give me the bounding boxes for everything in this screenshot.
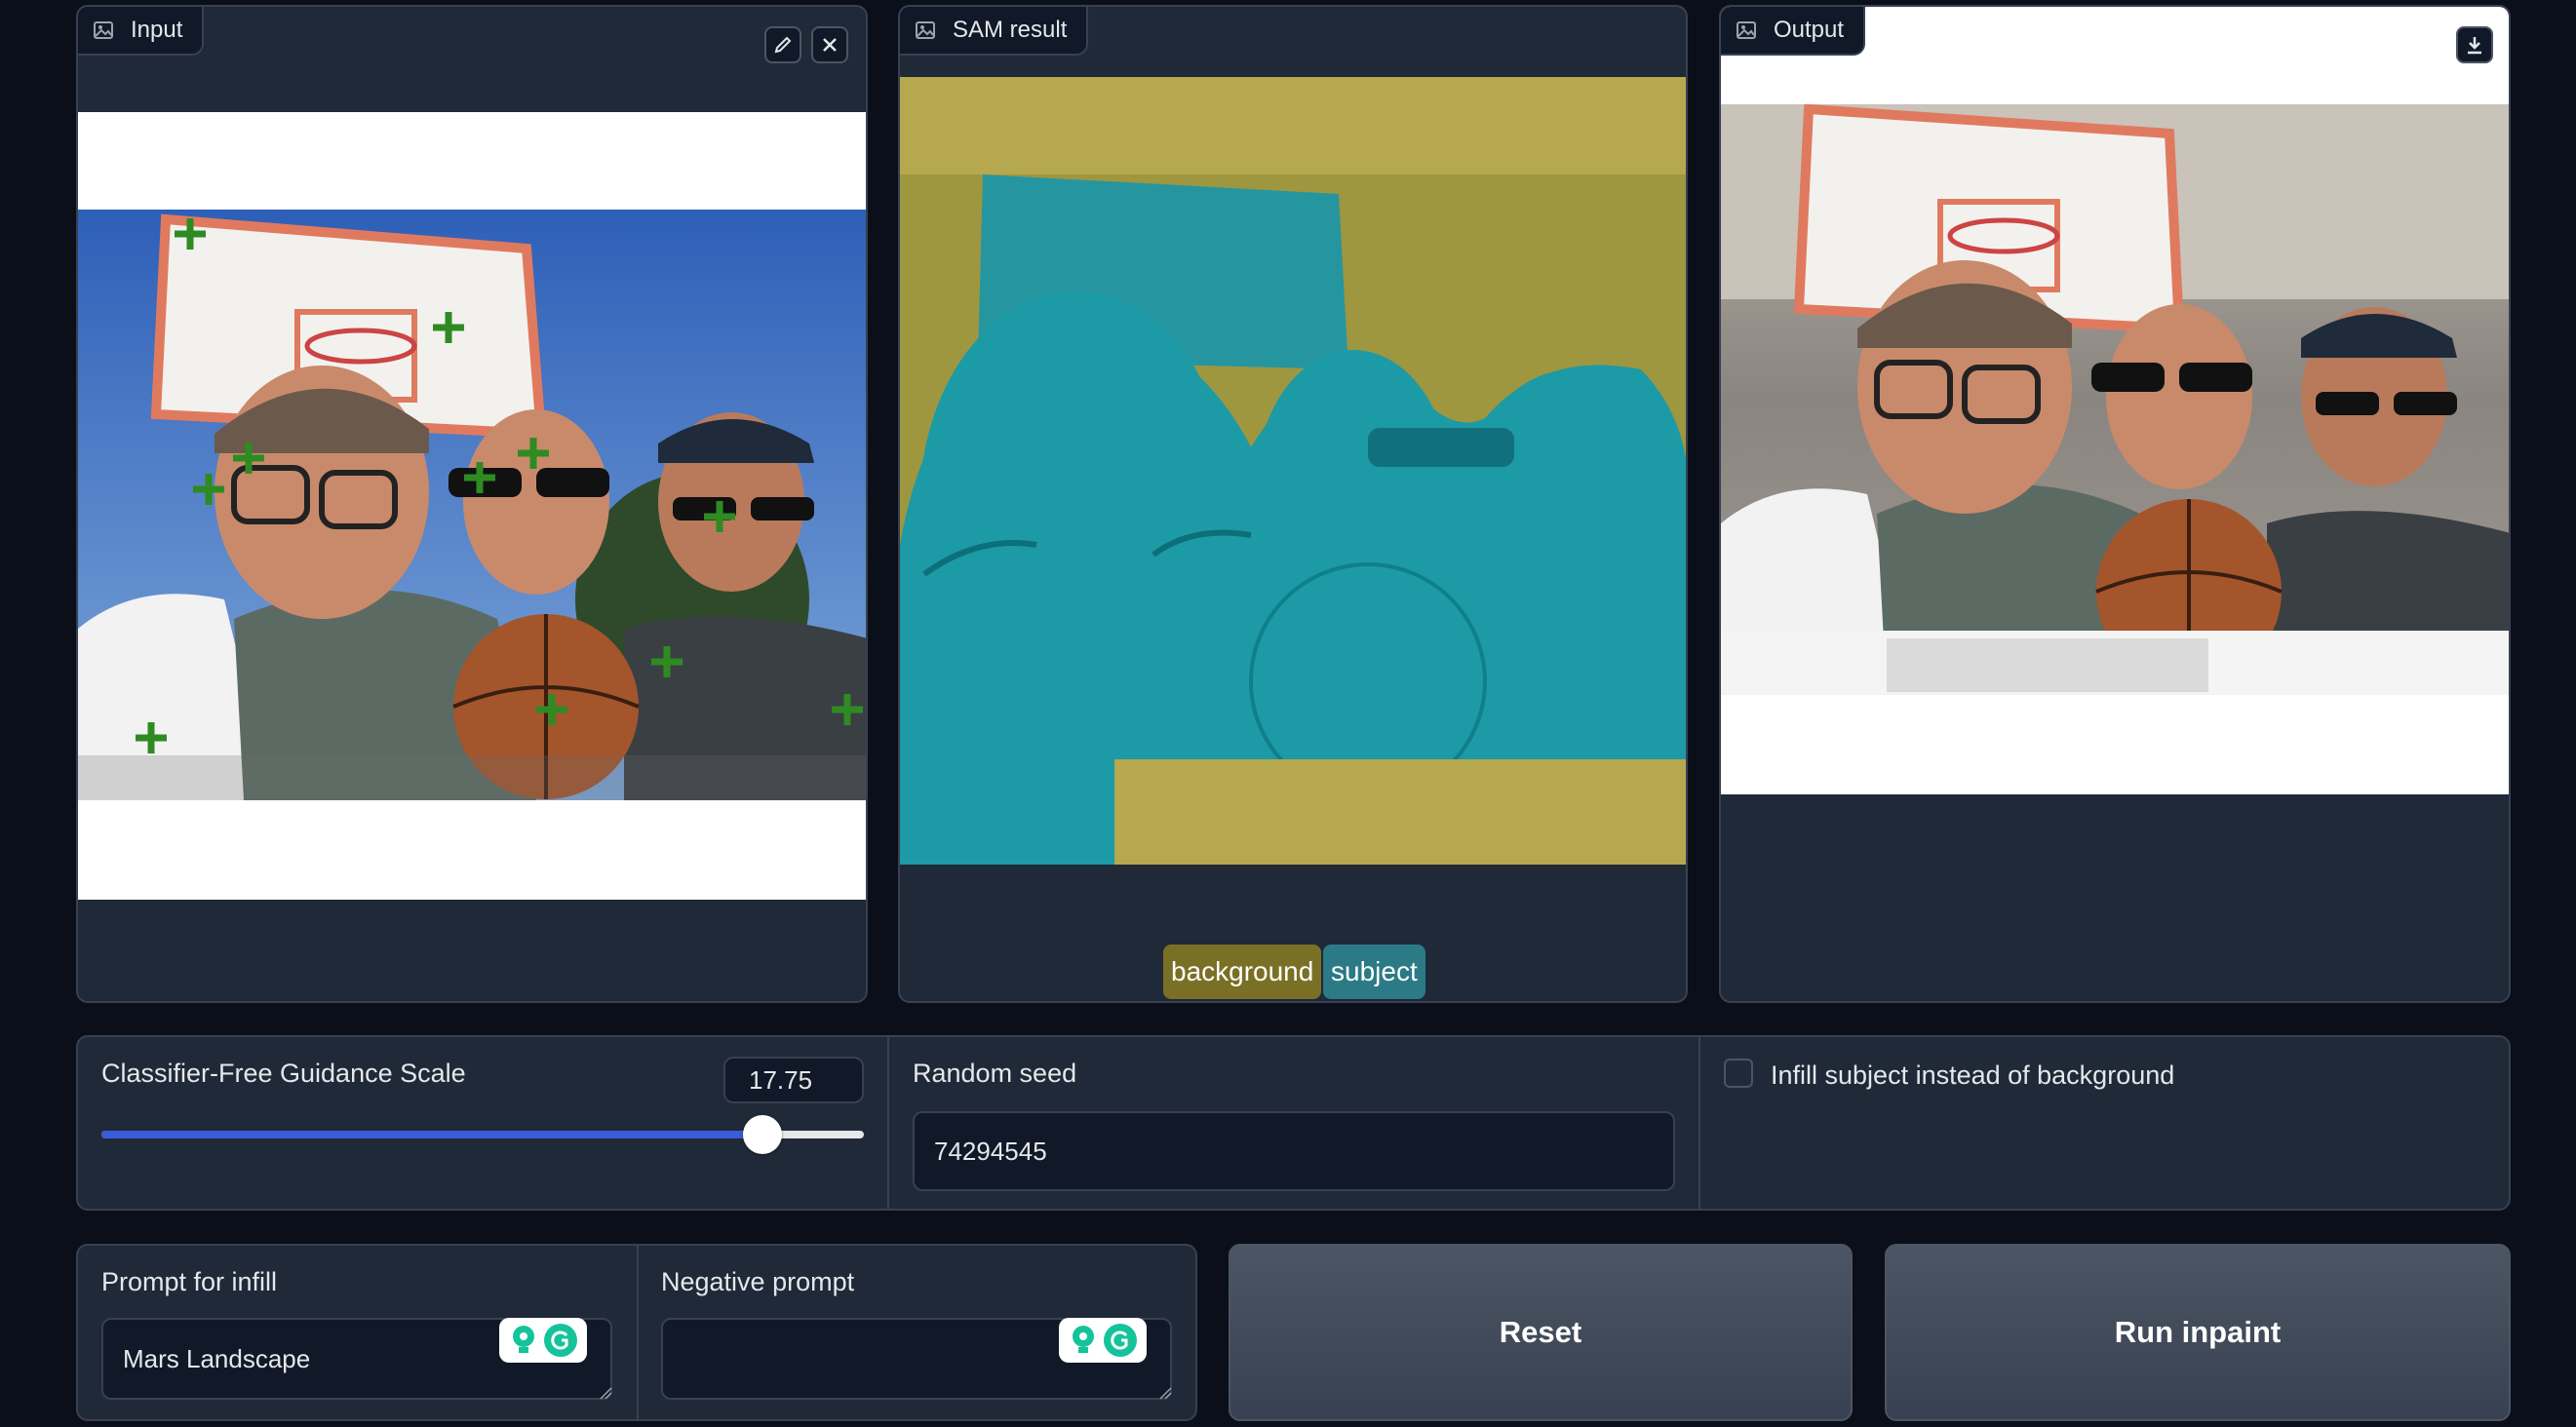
prompt-label: Prompt for infill [101, 1267, 278, 1296]
close-icon [823, 38, 837, 52]
resize-handle-icon[interactable] [1158, 1386, 1172, 1400]
legend-subject: subject [1323, 945, 1425, 999]
legend-background: background [1163, 945, 1322, 999]
settings-row: Classifier-Free Guidance Scale 17.75 Ran… [76, 1035, 2511, 1211]
sam-mask-image [900, 77, 1686, 865]
reset-button[interactable]: Reset [1229, 1244, 1853, 1421]
output-label-text: Output [1774, 17, 1845, 43]
clear-button[interactable] [811, 26, 848, 63]
run-inpaint-button[interactable]: Run inpaint [1885, 1244, 2511, 1421]
cfg-slider-fill [101, 1131, 764, 1138]
grammarly-widget[interactable] [1059, 1318, 1147, 1363]
input-photo[interactable] [78, 210, 868, 800]
input-panel-label: Input [78, 7, 205, 56]
divider [637, 1246, 639, 1419]
sam-panel-label: SAM result [900, 7, 1089, 56]
cfg-number-input[interactable]: 17.75 [723, 1057, 864, 1103]
image-icon [1737, 21, 1756, 39]
cfg-label: Classifier-Free Guidance Scale [101, 1059, 466, 1088]
output-panel: Output [1719, 5, 2511, 1003]
sam-result-panel: SAM result background subject [898, 5, 1688, 1003]
seed-label: Random seed [913, 1059, 1077, 1088]
input-image-panel: Input [76, 5, 868, 1003]
sam-label-text: SAM result [953, 17, 1068, 43]
lightbulb-icon [1073, 1326, 1094, 1353]
infill-subject-label[interactable]: Infill subject instead of background [1771, 1061, 2174, 1091]
divider [1698, 1037, 1700, 1209]
edit-button[interactable] [764, 26, 801, 63]
image-icon [94, 21, 113, 39]
prompts-box: Prompt for infill Mars Landscape Negativ… [76, 1244, 1197, 1421]
grammarly-icon [1104, 1324, 1137, 1357]
download-button[interactable] [2456, 26, 2493, 63]
negative-prompt-label: Negative prompt [661, 1267, 855, 1296]
seed-input[interactable]: 74294545 [913, 1111, 1675, 1191]
image-icon [916, 21, 935, 39]
divider [887, 1037, 889, 1209]
grammarly-widget[interactable] [499, 1318, 587, 1363]
download-icon [2468, 37, 2481, 55]
resize-handle-icon[interactable] [599, 1386, 612, 1400]
infill-subject-checkbox[interactable] [1724, 1059, 1753, 1088]
cfg-slider-handle[interactable] [743, 1115, 782, 1154]
input-label-text: Input [131, 17, 183, 43]
output-photo [1721, 104, 2509, 695]
grammarly-icon [544, 1324, 577, 1357]
output-panel-label: Output [1721, 7, 1866, 56]
pencil-icon [774, 36, 792, 54]
lightbulb-icon [513, 1326, 534, 1353]
